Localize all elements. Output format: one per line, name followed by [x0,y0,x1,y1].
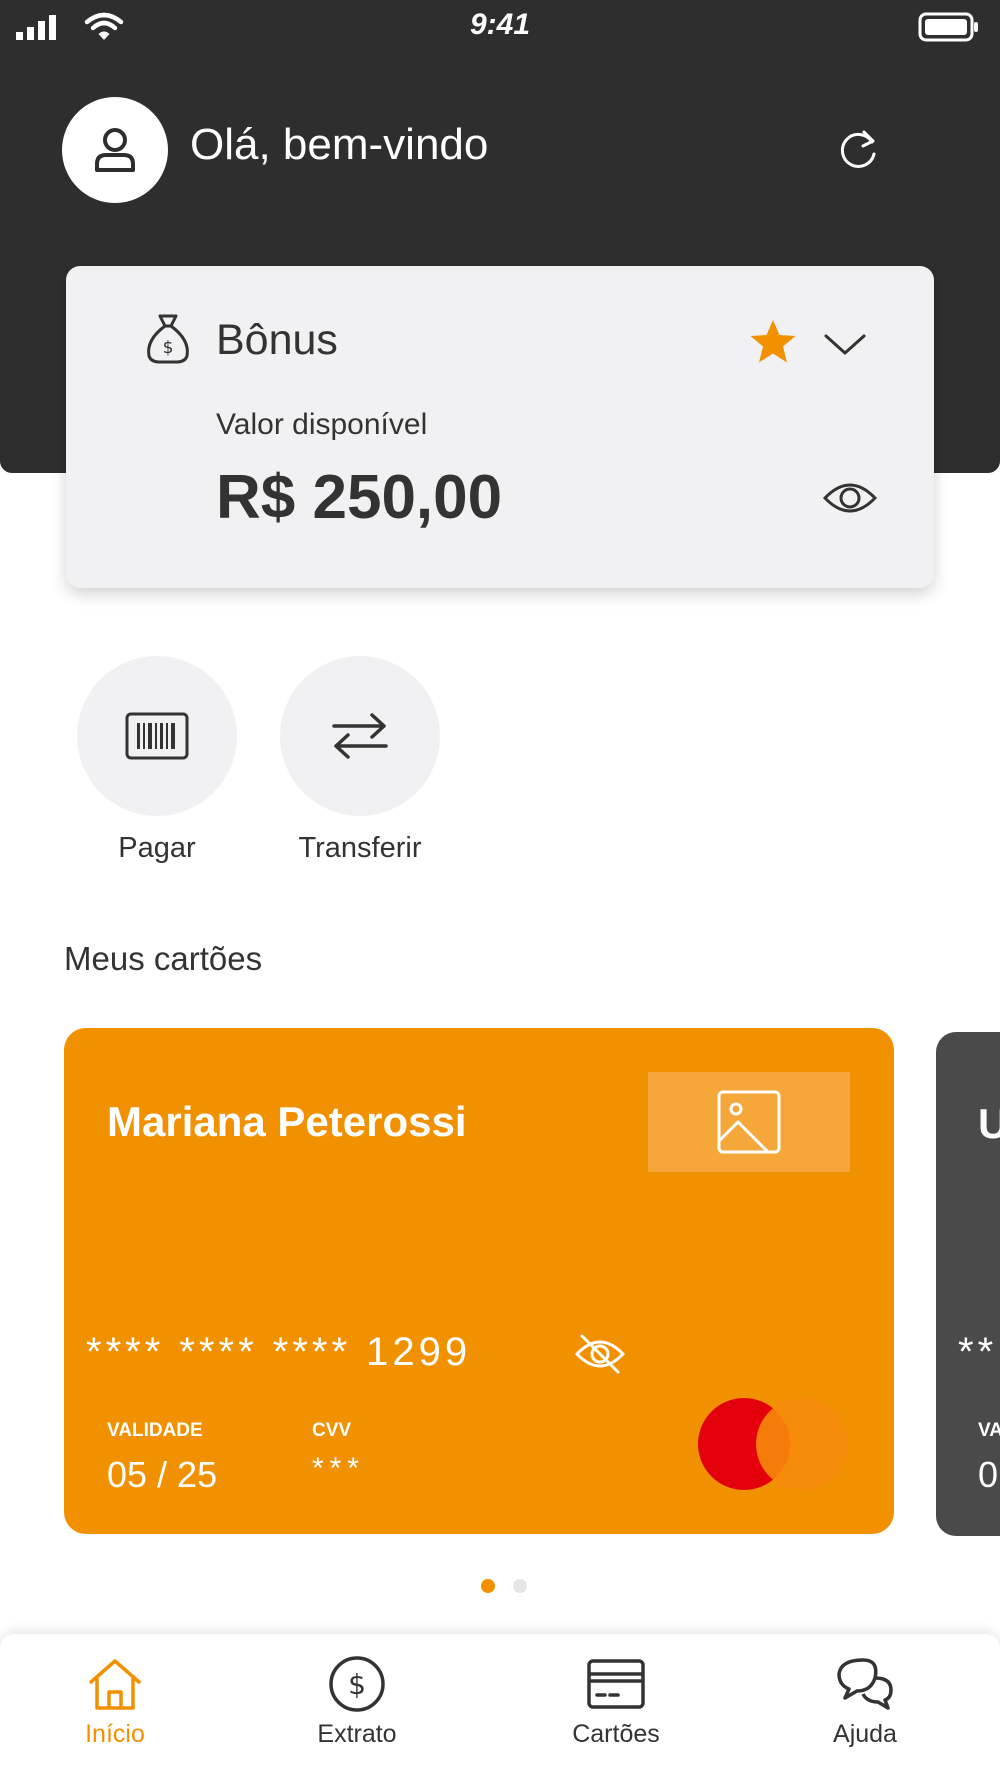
chat-bubbles-icon [837,1658,893,1710]
second-card-validity-label: VA [978,1420,1000,1441]
money-bag-icon: $ [147,314,189,364]
transfer-button[interactable] [280,656,440,816]
pay-button[interactable] [77,656,237,816]
balance-card [66,266,934,588]
user-icon [95,128,135,172]
status-time: 9:41 [469,8,531,41]
refresh-icon[interactable] [832,124,884,176]
nav-label-statement: Extrato [317,1720,397,1748]
available-label: Valor disponível [216,408,428,441]
avatar[interactable] [62,97,168,203]
mastercard-logo-right [756,1398,848,1490]
validity-label: VALIDADE [107,1420,203,1441]
battery-icon [918,12,978,42]
nav-item-help[interactable]: Ajuda [765,1654,965,1749]
transfer-label: Transferir [298,832,422,864]
star-icon[interactable] [748,318,798,366]
nav-item-cards[interactable]: Cartões [516,1654,716,1749]
chevron-down-icon[interactable] [822,328,868,360]
nav-label-cards: Cartões [572,1720,660,1748]
image-icon [717,1090,781,1154]
eye-icon[interactable] [822,476,878,520]
greeting-text: Olá, bem-vindo [190,120,489,169]
balance-amount: R$ 250,00 [216,463,503,532]
card-holder-name: Mariana Peterossi [107,1098,467,1145]
second-card-validity-value: 0 [978,1454,999,1495]
cvv-label: CVV [312,1420,352,1441]
carousel-dot-active[interactable] [481,1579,495,1593]
carousel-dot[interactable] [513,1579,527,1593]
card-number: **** **** **** 1299 [86,1330,472,1374]
second-card-holder: U [978,1100,1000,1147]
svg-text:$: $ [163,338,174,358]
transfer-icon [332,713,388,759]
second-card-number: ** [958,1330,998,1374]
home-icon [89,1659,141,1710]
eye-off-icon[interactable] [574,1332,626,1376]
nav-label-help: Ajuda [833,1720,897,1748]
card-image-placeholder [648,1072,850,1172]
nav-item-statement[interactable]: $ Extrato [257,1654,457,1749]
svg-text:$: $ [348,1668,366,1701]
nav-label-home: Início [85,1720,145,1748]
barcode-icon [125,712,189,760]
cvv-value: *** [312,1452,366,1485]
dollar-circle-icon: $ [329,1656,385,1712]
balance-title: Bônus [216,316,338,364]
pay-label: Pagar [118,832,196,864]
my-cards-title: Meus cartões [64,940,263,977]
validity-value: 05 / 25 [107,1454,218,1495]
card-icon [587,1659,645,1709]
nav-item-home[interactable]: Início [15,1654,215,1749]
